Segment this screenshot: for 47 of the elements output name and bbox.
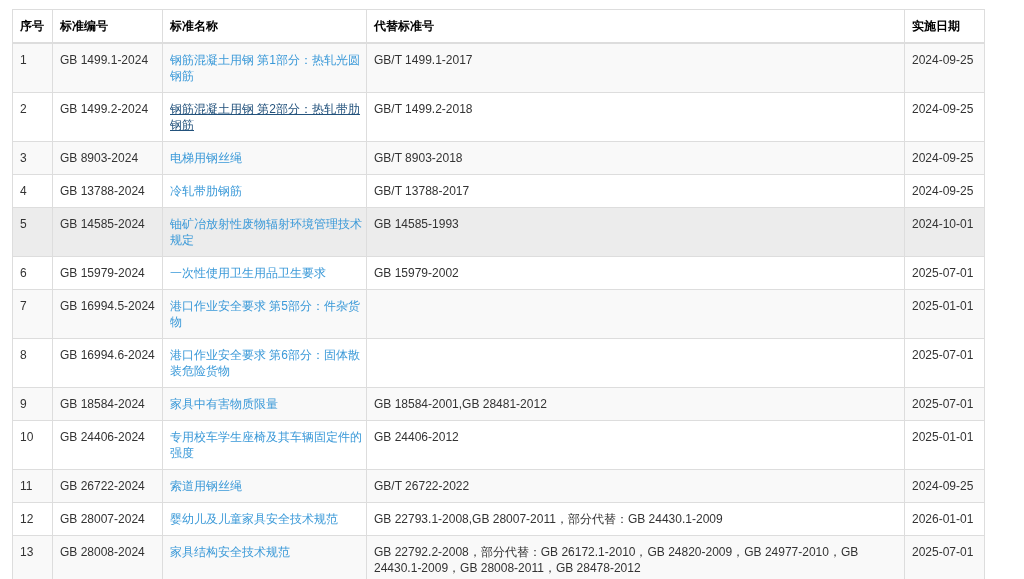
table-cell: 2026-01-01 [904,502,985,536]
table-cell: 9 [12,387,53,421]
table-cell: GB/T 1499.2-2018 [366,92,905,142]
table-cell: GB/T 13788-2017 [366,174,905,208]
table-cell: GB 14585-1993 [366,207,905,257]
table-cell: GB 14585-2024 [52,207,163,257]
table-cell: GB/T 8903-2018 [366,141,905,175]
table-cell: GB 1499.2-2024 [52,92,163,142]
table-cell: 1 [12,43,53,93]
table-cell: 10 [12,420,53,470]
table-cell: 2024-09-25 [904,469,985,503]
table-cell: GB 15979-2002 [366,256,905,290]
table-cell: 8 [12,338,53,388]
table-cell: 6 [12,256,53,290]
table-cell: GB 15979-2024 [52,256,163,290]
table-cell: 2025-07-01 [904,387,985,421]
table-cell: GB 18584-2001,GB 28481-2012 [366,387,905,421]
table-cell: GB 16994.6-2024 [52,338,163,388]
table-cell: GB 13788-2024 [52,174,163,208]
table-cell: GB/T 26722-2022 [366,469,905,503]
table-cell: 11 [12,469,53,503]
table-cell: 2025-01-01 [904,289,985,339]
table-cell: GB 8903-2024 [52,141,163,175]
table-cell: GB 22793.1-2008,GB 28007-2011，部分代替：GB 24430.1-2009 [366,502,905,536]
table-cell: 2024-10-01 [904,207,985,257]
table-cell: GB 18584-2024 [52,387,163,421]
table-cell: 2025-01-01 [904,420,985,470]
table-cell: 2024-09-25 [904,43,985,93]
table-cell: GB 16994.5-2024 [52,289,163,339]
table-cell: GB 24406-2012 [366,420,905,470]
table-cell: 2 [12,92,53,142]
table-cell: 13 [12,535,53,579]
table-cell: GB/T 1499.1-2017 [366,43,905,93]
table-cell: 2025-07-01 [904,338,985,388]
table-cell: 2024-09-25 [904,92,985,142]
table-cell: 5 [12,207,53,257]
table-cell: 2024-09-25 [904,174,985,208]
table-cell: GB 24406-2024 [52,420,163,470]
table-cell: 3 [12,141,53,175]
table-cell: GB 26722-2024 [52,469,163,503]
table-cell: 2025-07-01 [904,256,985,290]
table-cell: GB 1499.1-2024 [52,43,163,93]
table-cell: 7 [12,289,53,339]
table-cell: 4 [12,174,53,208]
table-cell: 12 [12,502,53,536]
table-cell: 2024-09-25 [904,141,985,175]
table-cell: GB 28007-2024 [52,502,163,536]
